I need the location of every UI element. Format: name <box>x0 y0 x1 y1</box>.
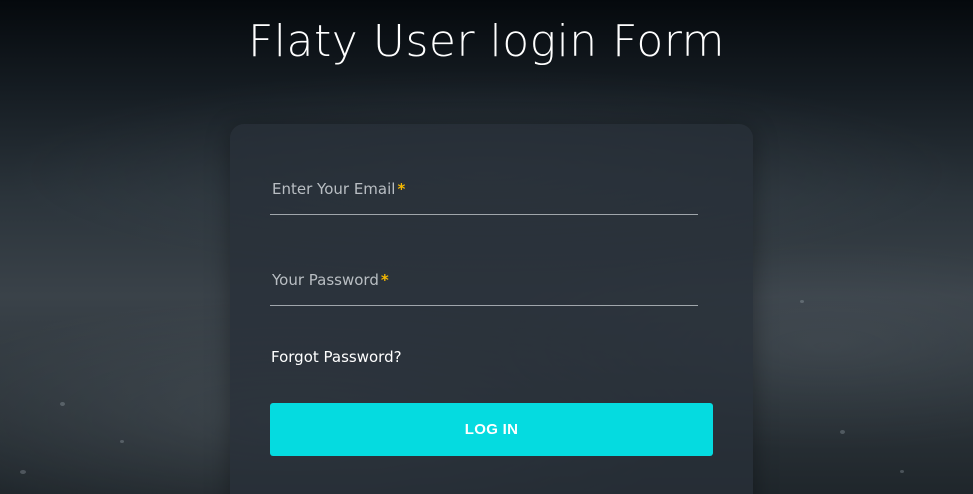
email-label-text: Enter Your Email <box>272 180 396 198</box>
email-label: Enter Your Email * <box>272 180 405 198</box>
password-label: Your Password * <box>272 271 389 289</box>
login-button[interactable]: LOG IN <box>270 403 713 456</box>
background-speck <box>840 430 845 434</box>
password-label-text: Your Password <box>272 271 379 289</box>
background-speck <box>120 440 124 443</box>
background-speck <box>20 470 26 474</box>
password-field[interactable]: Your Password * <box>270 265 698 306</box>
background-speck <box>800 300 804 303</box>
login-card: Enter Your Email * Your Password * Forgot … <box>230 124 753 494</box>
email-field[interactable]: Enter Your Email * <box>270 174 698 215</box>
required-asterisk: * <box>397 180 406 198</box>
page-title: Flaty User login Form <box>247 16 726 67</box>
background-speck <box>900 470 904 473</box>
required-asterisk: * <box>380 271 389 289</box>
forgot-password-link[interactable]: Forgot Password? <box>271 348 402 366</box>
background-speck <box>60 402 65 406</box>
